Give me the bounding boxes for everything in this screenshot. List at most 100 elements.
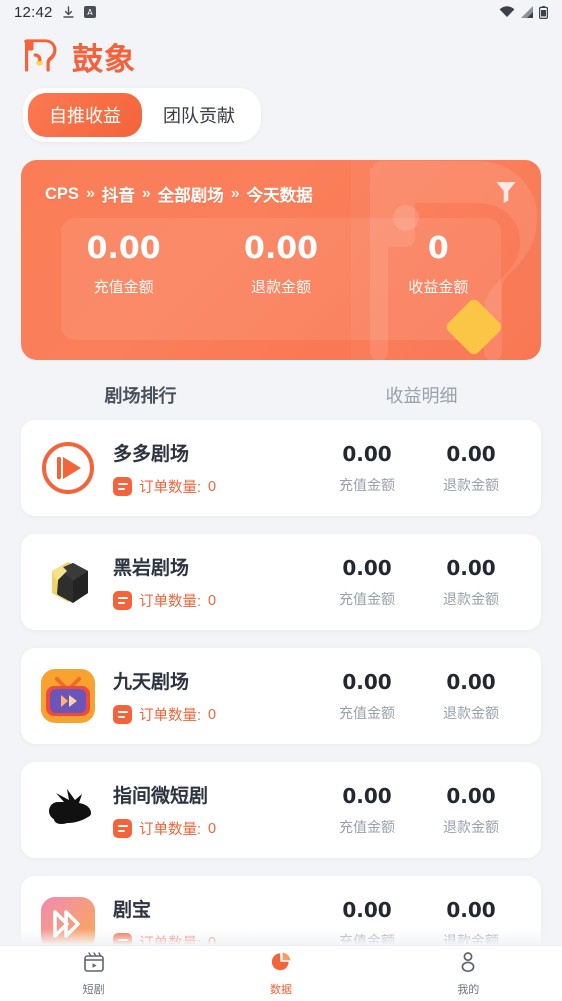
row-order-label: 订单数量: (139, 480, 202, 496)
row-icon (37, 551, 99, 613)
order-list-icon (113, 933, 132, 945)
subtab-theater-ranking[interactable]: 剧场排行 (0, 382, 281, 408)
bird-icon (49, 789, 91, 824)
order-list-icon (113, 705, 132, 724)
row-metric-value: 0.00 (446, 783, 496, 808)
row-title: 黑岩剧场 (113, 558, 190, 579)
order-list-icon (113, 591, 132, 610)
stat-refund-label: 退款金额 (250, 279, 311, 296)
breadcrumb-all-theaters: 全部剧场 (157, 187, 224, 205)
nav-item-data[interactable]: 数据 (187, 950, 374, 997)
stat-refund-value: 0.00 (243, 231, 318, 266)
elephant-logo-icon (24, 39, 57, 72)
nav-item-profile[interactable]: 我的 (375, 950, 562, 997)
row-metric-label: 退款金额 (443, 818, 499, 835)
stat-recharge-label: 充值金额 (93, 279, 154, 296)
summary-stats: 0.00 充值金额 0.00 退款金额 0 收益金额 (45, 232, 517, 297)
row-order-value: 0 (208, 820, 217, 837)
scroll-area[interactable]: 12:42 A 鼓象 自推收益 团队贡献 CPS » 抖音 » 全部剧场 » 今… (0, 0, 562, 945)
row-metric-label: 退款金额 (443, 704, 499, 721)
wifi-icon (499, 6, 515, 18)
tab-self-income[interactable]: 自推收益 (28, 93, 142, 137)
row-metric-refund: 0.00 退款金额 (419, 442, 523, 495)
theater-list: 多多剧场 订单数量: 0 0.00 充值金额 0.00 退款金额 黑岩剧场 订单… (0, 420, 562, 945)
stat-refund: 0.00 退款金额 (202, 232, 359, 297)
row-icon (37, 665, 99, 727)
row-order-value: 0 (208, 592, 217, 609)
row-main: 指间微短剧 订单数量: 0 (99, 781, 315, 839)
row-order-count: 订单数量: 0 (113, 932, 315, 945)
stat-income-label: 收益金额 (408, 279, 469, 296)
funnel-filter-icon[interactable] (495, 180, 517, 204)
bottom-nav: 短剧 数据 我的 (0, 945, 562, 1001)
order-list-icon (113, 819, 132, 838)
tab-team-contribution[interactable]: 团队贡献 (142, 93, 256, 137)
table-row[interactable]: 多多剧场 订单数量: 0 0.00 充值金额 0.00 退款金额 (21, 420, 541, 516)
row-icon (37, 779, 99, 841)
row-metric-recharge: 0.00 充值金额 (315, 442, 419, 495)
row-icon (37, 437, 99, 499)
table-row[interactable]: 剧宝 订单数量: 0 0.00 充值金额 0.00 退款金额 (21, 876, 541, 945)
breadcrumb-douyin: 抖音 (101, 187, 135, 205)
row-title: 剧宝 (113, 900, 152, 921)
row-order-count: 订单数量: 0 (113, 476, 315, 497)
status-time: 12:42 (14, 3, 53, 21)
nav-item-short-drama[interactable]: 短剧 (0, 950, 187, 997)
row-order-label: 订单数量: (139, 708, 202, 724)
short-drama-icon (83, 952, 104, 972)
brand-bar: 鼓象 (0, 24, 562, 82)
row-order-count: 订单数量: 0 (113, 704, 315, 725)
stat-recharge: 0.00 充值金额 (45, 232, 202, 297)
row-metric-recharge: 0.00 充值金额 (315, 898, 419, 946)
status-bar: 12:42 A (0, 0, 562, 24)
row-main: 黑岩剧场 订单数量: 0 (99, 553, 315, 611)
breadcrumb-sep-2: » (141, 185, 151, 202)
table-row[interactable]: 黑岩剧场 订单数量: 0 0.00 充值金额 0.00 退款金额 (21, 534, 541, 630)
row-metric-value: 0.00 (446, 669, 496, 694)
row-metric-refund: 0.00 退款金额 (419, 670, 523, 723)
order-list-icon (113, 477, 132, 496)
row-metric-value: 0.00 (446, 555, 496, 580)
row-order-value: 0 (208, 478, 217, 495)
segment-tabs-wrap: 自推收益 团队贡献 (0, 82, 562, 142)
row-icon (37, 893, 99, 945)
breadcrumb-today-data: 今天数据 (246, 187, 313, 205)
summary-card: CPS » 抖音 » 全部剧场 » 今天数据 0.00 充值金额 0.00 退款… (21, 160, 541, 360)
row-metric-recharge: 0.00 充值金额 (315, 670, 419, 723)
person-icon (461, 952, 475, 973)
row-order-value: 0 (208, 706, 217, 723)
table-row[interactable]: 九天剧场 订单数量: 0 0.00 充值金额 0.00 退款金额 (21, 648, 541, 744)
row-metric-label: 充值金额 (339, 932, 395, 946)
nav-label: 数据 (269, 984, 292, 996)
row-metric-refund: 0.00 退款金额 (419, 898, 523, 946)
row-main: 九天剧场 订单数量: 0 (99, 667, 315, 725)
row-metric-value: 0.00 (342, 783, 392, 808)
stat-income: 0 收益金额 (360, 232, 517, 297)
stat-income-value: 0 (427, 231, 449, 266)
row-metric-value: 0.00 (342, 441, 392, 466)
tv-fastforward-icon (41, 669, 95, 723)
app-badge-icon: A (83, 6, 96, 18)
row-order-label: 订单数量: (139, 936, 202, 945)
table-row[interactable]: 指间微短剧 订单数量: 0 0.00 充值金额 0.00 退款金额 (21, 762, 541, 858)
brand-logo: 鼓象 (20, 34, 136, 79)
nav-label: 短剧 (82, 984, 105, 996)
row-metric-label: 充值金额 (339, 818, 395, 835)
nav-label: 我的 (457, 984, 480, 996)
app-screen: 12:42 A 鼓象 自推收益 团队贡献 CPS » 抖音 » 全部剧场 » 今… (0, 0, 562, 1001)
row-metric-value: 0.00 (342, 555, 392, 580)
breadcrumb-sep-3: » (230, 185, 240, 202)
brand-name: 鼓象 (72, 41, 136, 78)
row-metric-label: 退款金额 (443, 590, 499, 607)
row-metric-label: 退款金额 (443, 476, 499, 493)
breadcrumb-cps: CPS (45, 184, 79, 203)
row-order-count: 订单数量: 0 (113, 590, 315, 611)
download-icon (62, 5, 74, 18)
row-order-label: 订单数量: (139, 822, 202, 838)
row-order-label: 订单数量: (139, 594, 202, 610)
play-circle-icon (42, 442, 94, 494)
subtab-income-detail[interactable]: 收益明细 (281, 382, 562, 408)
row-order-value: 0 (208, 934, 217, 946)
segment-tabs: 自推收益 团队贡献 (23, 88, 261, 142)
breadcrumb[interactable]: CPS » 抖音 » 全部剧场 » 今天数据 (45, 182, 517, 206)
